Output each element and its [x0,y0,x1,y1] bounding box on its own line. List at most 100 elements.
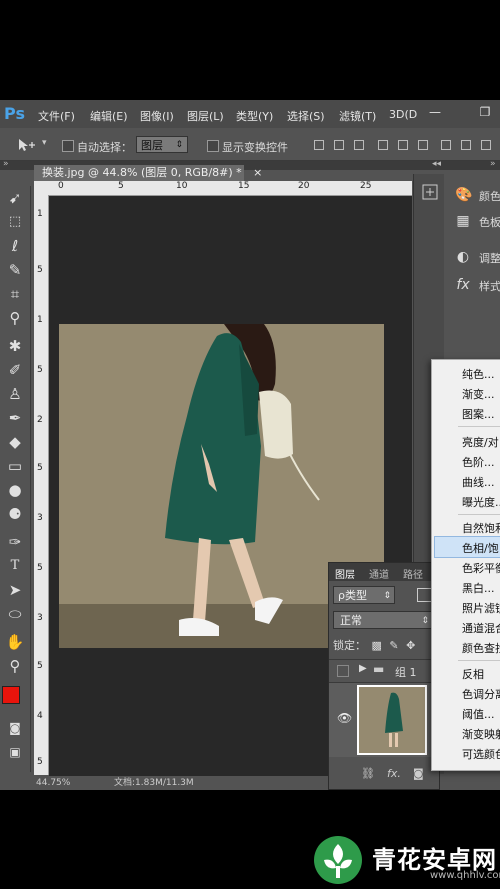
gradient-tool-icon[interactable]: ▭ [4,456,26,476]
pen-tool-icon[interactable]: ✑ [4,532,26,552]
menu-item-pattern[interactable]: 图案... [462,406,495,422]
path-select-tool-icon[interactable]: ➤ [4,580,26,600]
menu-item-solid-color[interactable]: 纯色... [462,366,495,382]
tab-paths[interactable]: 路径 [403,566,423,581]
auto-select-target-dropdown[interactable]: 图层 ⇕ [136,136,188,153]
move-tool-icon[interactable]: ➹ [4,188,26,208]
brush-tool-icon[interactable]: ✐ [4,360,26,380]
mask-icon[interactable]: ◙ [413,767,424,780]
blend-mode-dropdown[interactable]: 正常 ⇕ [333,611,433,629]
show-transform-checkbox[interactable] [207,140,219,152]
quick-select-tool-icon[interactable]: ✎ [4,260,26,280]
document-tab-title: 换装.jpg @ 44.8% (图层 0, RGB/8#) * [42,166,242,179]
eraser-tool-icon[interactable]: ◆ [4,432,26,452]
move-tool-icon[interactable] [16,137,38,153]
align-bottom-icon[interactable] [354,140,364,150]
expand-arrow-icon[interactable]: ▶ [359,663,367,674]
menu-item-posterize[interactable]: 色调分离 [462,686,500,702]
zoom-level[interactable]: 44.75% [36,776,70,790]
lock-transparent-icon[interactable]: ▩ [372,639,382,652]
layer-row[interactable]: 👁 [329,683,439,757]
panel-styles[interactable]: fx 样式 [445,272,500,298]
ruler-number: 10 [176,181,188,191]
menu-item-threshold[interactable]: 阈值... [462,706,495,722]
eye-icon[interactable]: 👁 [337,711,352,725]
layer-group-row[interactable]: ▶ ▬ 组 1 [329,659,439,683]
hand-tool-icon[interactable]: ✋ [4,632,26,652]
menu-item-levels[interactable]: 色阶... [462,454,495,470]
menu-layer[interactable]: 图层(L) [187,108,224,124]
lasso-tool-icon[interactable]: ℓ [4,236,26,256]
align-left-icon[interactable] [378,140,388,150]
shape-tool-icon[interactable]: ⬭ [4,604,26,624]
tab-layers[interactable]: 图层 [335,566,355,581]
foreground-color-swatch[interactable] [2,686,20,704]
menu-item-channel-mixer[interactable]: 通道混合 [462,620,500,636]
ruler-number: 2 [37,415,43,425]
minimize-icon[interactable]: — [428,106,442,118]
link-icon[interactable]: ⛓ [361,767,375,780]
blend-mode-value: 正常 [340,614,362,627]
history-brush-tool-icon[interactable]: ✒ [4,408,26,428]
align-top-icon[interactable] [314,140,324,150]
collapse-dock-icon[interactable]: ◂◂ [432,159,441,169]
quick-mask-icon[interactable]: ◙ [4,718,26,738]
eyedropper-tool-icon[interactable]: ⚲ [4,308,26,328]
screen-mode-icon[interactable]: ▣ [4,742,26,762]
menu-item-exposure[interactable]: 曝光度... [462,494,500,510]
align-hcenter-icon[interactable] [398,140,408,150]
menu-filter[interactable]: 滤镜(T) [339,108,376,124]
history-icon[interactable] [422,184,438,200]
menu-file[interactable]: 文件(F) [38,108,75,124]
panel-swatches-label: 色板 [479,216,500,229]
distribute-top-icon[interactable] [441,140,451,150]
align-right-icon[interactable] [418,140,428,150]
zoom-tool-icon[interactable]: ⚲ [4,656,26,676]
menu-item-brightness-contrast[interactable]: 亮度/对 [462,434,499,450]
menu-item-gradient-map[interactable]: 渐变映射 [462,726,500,742]
menu-3d[interactable]: 3D(D [389,108,417,121]
clone-stamp-tool-icon[interactable]: ♙ [4,384,26,404]
menu-item-color-lookup[interactable]: 颜色查找 [462,640,500,656]
close-tab-icon[interactable]: × [253,166,262,179]
panel-adjustments[interactable]: ◐ 调整 [445,244,500,270]
dodge-tool-icon[interactable]: ⚈ [4,504,26,524]
lock-position-icon[interactable]: ✥ [406,639,415,652]
lock-paint-icon[interactable]: ✎ [389,639,398,652]
tab-channels[interactable]: 通道 [369,566,389,581]
menu-item-gradient[interactable]: 渐变... [462,386,495,402]
distribute-bottom-icon[interactable] [481,140,491,150]
layer-kind-filter[interactable]: ρ类型 ⇕ [333,586,395,604]
fx-icon[interactable]: fx. [387,767,401,780]
panel-swatches[interactable]: ▦ 色板 [445,208,500,234]
menu-item-color-balance[interactable]: 色彩平衡 [462,560,500,576]
tool-preset-chevron-icon[interactable]: ▾ [42,138,47,148]
visibility-toggle-icon[interactable] [337,665,349,677]
panel-color[interactable]: 🎨 颜色 [445,182,500,208]
restore-icon[interactable]: ❐ [478,106,492,118]
menu-item-curves[interactable]: 曲线... [462,474,495,490]
blur-tool-icon[interactable]: ● [4,480,26,500]
marquee-tool-icon[interactable]: ⬚ [4,212,26,232]
menu-type[interactable]: 类型(Y) [236,108,273,124]
menu-edit[interactable]: 编辑(E) [90,108,128,124]
distribute-vcenter-icon[interactable] [461,140,471,150]
collapse-toolbar-icon[interactable]: » [3,159,9,169]
menu-item-selective-color[interactable]: 可选颜色 [462,746,500,762]
crop-tool-icon[interactable]: ⌗ [4,284,26,304]
menu-image[interactable]: 图像(I) [140,108,174,124]
healing-brush-tool-icon[interactable]: ✱ [4,336,26,356]
panel-adjustments-label: 调整 [479,252,500,265]
collapse-right-icon[interactable]: » [490,159,496,169]
show-transform-label: 显示变换控件 [222,141,288,154]
menu-item-black-white[interactable]: 黑白... [462,580,495,596]
type-tool-icon[interactable]: T [4,556,26,576]
align-vcenter-icon[interactable] [334,140,344,150]
menu-item-invert[interactable]: 反相 [462,666,484,682]
menu-select[interactable]: 选择(S) [287,108,325,124]
menu-item-photo-filter[interactable]: 照片滤镜 [462,600,500,616]
menu-item-vibrance[interactable]: 自然饱和 [462,520,500,536]
auto-select-checkbox[interactable] [62,140,74,152]
document-tab[interactable]: 换装.jpg @ 44.8% (图层 0, RGB/8#) * × [34,165,262,181]
menu-item-hue-saturation[interactable]: 色相/饱 [462,540,499,556]
